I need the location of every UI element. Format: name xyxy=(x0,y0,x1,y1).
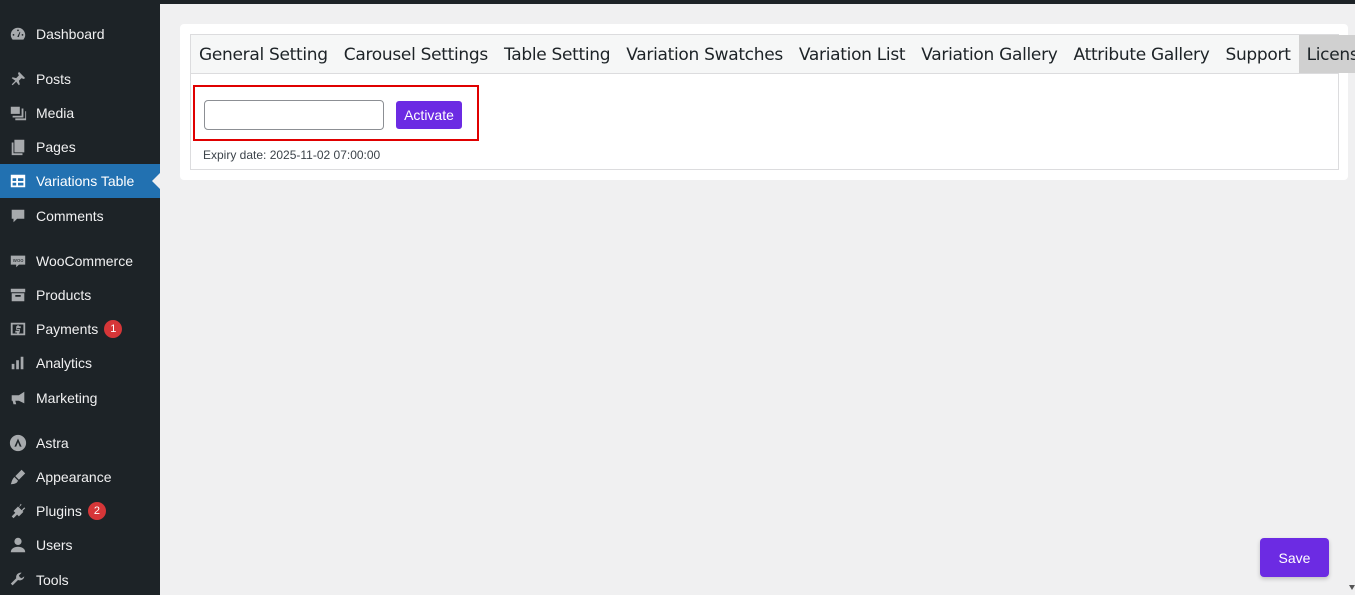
update-count-badge: 2 xyxy=(87,502,106,520)
dollar-icon xyxy=(8,319,28,339)
sidebar-item-media[interactable]: Media xyxy=(0,96,160,130)
admin-sidebar: Dashboard Posts Media Pages Variations T… xyxy=(0,0,160,595)
sidebar-item-posts[interactable]: Posts xyxy=(0,62,160,96)
plugin-icon xyxy=(8,501,28,521)
sidebar-item-marketing[interactable]: Marketing xyxy=(0,381,160,415)
archive-icon xyxy=(8,285,28,305)
brush-icon xyxy=(8,467,28,487)
tab-table-setting[interactable]: Table Setting xyxy=(496,35,618,73)
comment-icon xyxy=(8,206,28,226)
admin-top-bar xyxy=(160,0,1355,4)
tab-bar: General Setting Carousel Settings Table … xyxy=(191,35,1355,74)
tab-general-setting[interactable]: General Setting xyxy=(191,35,336,73)
tab-variation-list[interactable]: Variation List xyxy=(791,35,913,73)
dashboard-icon xyxy=(8,24,28,44)
media-icon xyxy=(8,103,28,123)
astra-icon xyxy=(8,433,28,453)
sidebar-item-label: Users xyxy=(36,537,73,553)
sidebar-item-label: Appearance xyxy=(36,469,112,485)
activate-button[interactable]: Activate xyxy=(396,101,462,129)
scroll-down-arrow[interactable] xyxy=(1349,585,1355,590)
sidebar-item-label: Analytics xyxy=(36,355,93,371)
sidebar-item-label: Payments xyxy=(36,321,99,337)
save-button[interactable]: Save xyxy=(1260,538,1329,577)
sidebar-item-label: Products xyxy=(36,287,92,303)
sidebar-item-comments[interactable]: Comments xyxy=(0,199,160,233)
tab-license[interactable]: License xyxy=(1298,35,1355,73)
bar-chart-icon xyxy=(8,353,28,373)
sidebar-item-label: Tools xyxy=(36,572,69,588)
sidebar-item-label: Posts xyxy=(36,71,72,87)
woo-icon: woo xyxy=(8,251,28,271)
pages-icon xyxy=(8,137,28,157)
user-icon xyxy=(8,535,28,555)
sidebar-item-plugins[interactable]: Plugins 2 xyxy=(0,494,160,528)
sidebar-item-label: Pages xyxy=(36,139,76,155)
sidebar-item-pages[interactable]: Pages xyxy=(0,130,160,164)
tab-attribute-gallery[interactable]: Attribute Gallery xyxy=(1066,35,1218,73)
tab-variation-swatches[interactable]: Variation Swatches xyxy=(618,35,791,73)
update-count-badge: 1 xyxy=(104,320,123,338)
sidebar-item-label: Plugins xyxy=(36,503,82,519)
sidebar-item-woocommerce[interactable]: woo WooCommerce xyxy=(0,244,160,278)
tab-variation-gallery[interactable]: Variation Gallery xyxy=(913,35,1065,73)
sidebar-item-payments[interactable]: Payments 1 xyxy=(0,312,160,346)
sidebar-item-analytics[interactable]: Analytics xyxy=(0,346,160,380)
sidebar-item-label: Media xyxy=(36,105,75,121)
sidebar-item-products[interactable]: Products xyxy=(0,278,160,312)
pin-icon xyxy=(8,69,28,89)
wrench-icon xyxy=(8,570,28,590)
sidebar-item-label: WooCommerce xyxy=(36,253,133,269)
sidebar-item-label: Astra xyxy=(36,435,69,451)
sidebar-item-label: Dashboard xyxy=(36,26,105,42)
tab-support[interactable]: Support xyxy=(1217,35,1298,73)
table-icon xyxy=(8,171,28,191)
tab-carousel-settings[interactable]: Carousel Settings xyxy=(336,35,496,73)
sidebar-item-label: Marketing xyxy=(36,390,98,406)
svg-text:woo: woo xyxy=(13,258,24,264)
sidebar-item-astra[interactable]: Astra xyxy=(0,426,160,460)
sidebar-item-appearance[interactable]: Appearance xyxy=(0,460,160,494)
sidebar-item-label: Comments xyxy=(36,208,104,224)
license-key-input[interactable] xyxy=(204,100,384,130)
expiry-date-text: Expiry date: 2025-11-02 07:00:00 xyxy=(203,148,381,162)
sidebar-item-dashboard[interactable]: Dashboard xyxy=(0,17,160,51)
sidebar-item-tools[interactable]: Tools xyxy=(0,563,160,595)
sidebar-item-label: Variations Table xyxy=(36,173,135,189)
sidebar-item-variations-table[interactable]: Variations Table xyxy=(0,164,160,198)
megaphone-icon xyxy=(8,388,28,408)
sidebar-item-users[interactable]: Users xyxy=(0,528,160,562)
